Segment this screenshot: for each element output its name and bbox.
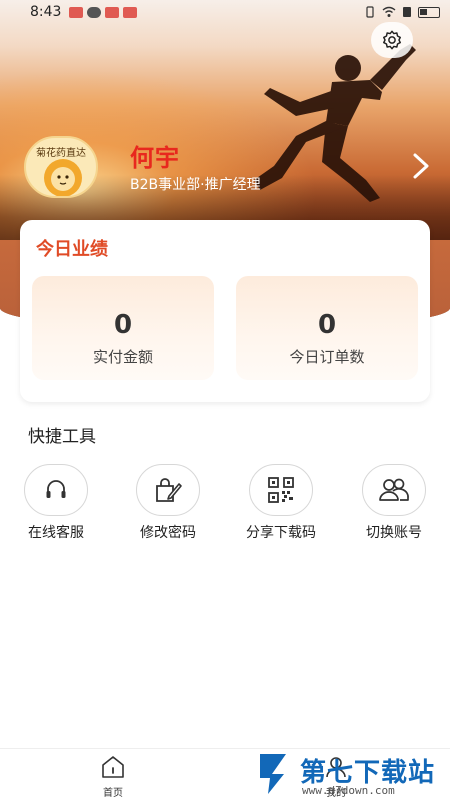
notification-app-icon (123, 6, 138, 18)
performance-card: 今日业绩 0 实付金额 0 今日订单数 (20, 220, 430, 402)
qr-code-icon (268, 477, 294, 503)
notification-app-icon (69, 6, 84, 18)
sim-icon (403, 7, 411, 17)
performance-title: 今日业绩 (36, 239, 108, 260)
nav-label: 首页 (103, 788, 123, 799)
avatar[interactable]: 菊花药直达 (24, 136, 98, 198)
wechat-icon (87, 6, 102, 18)
home-icon (102, 756, 124, 778)
status-time: 8:43 (30, 4, 62, 20)
stat-order-count[interactable]: 0 今日订单数 (236, 276, 418, 380)
tool-label: 在线客服 (28, 525, 84, 541)
stat-value: 0 (113, 310, 133, 340)
tool-icon-container (136, 464, 200, 516)
settings-button[interactable] (371, 22, 413, 58)
switch-account-icon (379, 478, 409, 501)
stat-paid-amount[interactable]: 0 实付金额 (32, 276, 214, 380)
edit-password-icon (156, 478, 182, 502)
quick-tools-title: 快捷工具 (28, 427, 96, 447)
tool-share-download-code[interactable]: 分享下载码 (231, 464, 331, 542)
stat-label: 今日订单数 (289, 348, 365, 366)
system-icons (364, 6, 440, 18)
stat-label: 实付金额 (92, 348, 153, 366)
tool-label: 切换账号 (366, 525, 422, 541)
stat-value: 0 (317, 310, 337, 340)
tool-switch-account[interactable]: 切换账号 (344, 464, 444, 542)
headset-icon (46, 480, 66, 498)
battery-icon (418, 6, 440, 18)
lion-mascot-icon (44, 159, 82, 196)
tool-icon-container (249, 464, 313, 516)
runner-silhouette (254, 44, 416, 202)
gear-icon (383, 30, 401, 50)
tool-change-password[interactable]: 修改密码 (118, 464, 218, 542)
watermark-url: www.d7down.com (302, 784, 395, 797)
status-bar: 8:43 (0, 0, 450, 24)
tool-icon-container (362, 464, 426, 516)
tool-label: 修改密码 (140, 525, 196, 541)
wifi-icon (382, 6, 396, 17)
notification-app-icon (105, 6, 120, 18)
chevron-right-icon[interactable] (410, 152, 432, 180)
nav-item-home[interactable]: 首页 (83, 755, 143, 799)
user-role: B2B事业部·推广经理 (130, 177, 261, 193)
notification-icons (69, 6, 138, 18)
tool-label: 分享下载码 (246, 525, 316, 541)
watermark: 第七下载站 www.d7down.com (256, 748, 450, 800)
tool-icon-container (24, 464, 88, 516)
tool-online-service[interactable]: 在线客服 (6, 464, 106, 542)
vibrate-icon (366, 6, 374, 18)
user-name: 何宇 (130, 143, 180, 172)
watermark-logo-icon (260, 754, 286, 794)
